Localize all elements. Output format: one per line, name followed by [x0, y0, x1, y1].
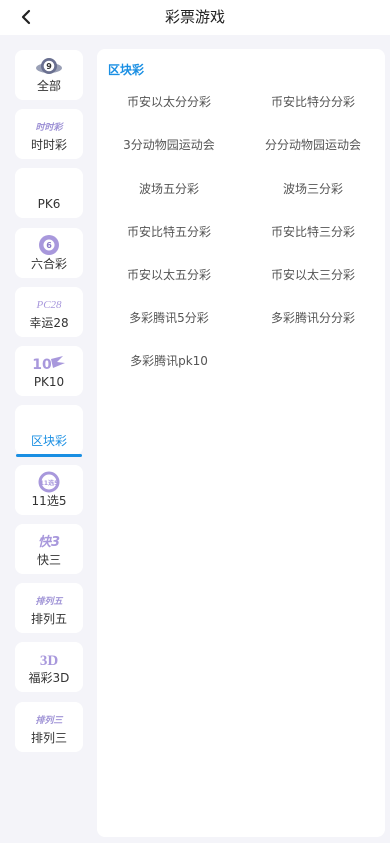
pc28-logo-icon: PC28 — [15, 294, 83, 314]
svg-text:排列三: 排列三 — [35, 715, 63, 726]
ball-9-icon: 9 — [15, 57, 83, 77]
k3-logo-icon: 快3 — [15, 531, 83, 551]
sidebar-item-label: PK6 — [37, 197, 61, 211]
3d-logo-icon: 3D — [15, 649, 83, 669]
sidebar-item-pl3[interactable]: 排列三 排列三 — [15, 702, 83, 752]
sidebar-item-label: 区块彩 — [30, 434, 67, 448]
sidebar-item-xy28[interactable]: PC28 幸运28 — [15, 287, 83, 337]
svg-text:时时彩: 时时彩 — [35, 122, 64, 133]
section-title: 区块彩 — [108, 63, 145, 77]
sidebar-item-3d[interactable]: 3D 福彩3D — [15, 642, 83, 692]
game-item[interactable]: 币安以太分分彩 — [97, 91, 241, 113]
game-list-panel: 区块彩 币安以太分分彩 币安比特分分彩 3分动物园运动会 分分动物园运动会 波场… — [97, 49, 385, 837]
ssc-logo-icon: 时时彩 — [15, 116, 83, 136]
sidebar-item-label: 时时彩 — [30, 138, 67, 152]
sidebar-item-label: 快三 — [36, 553, 61, 567]
game-item[interactable]: 3分动物园运动会 — [97, 134, 241, 156]
svg-text:快3: 快3 — [38, 534, 60, 550]
sidebar-item-all[interactable]: 9 全部 — [15, 50, 83, 100]
sidebar-item-label: PK10 — [33, 375, 65, 389]
game-item[interactable]: 多彩腾讯pk10 — [97, 350, 241, 372]
sidebar-item-label: 全部 — [36, 79, 61, 93]
sidebar-item-11x5[interactable]: 11选5 11选5 — [15, 465, 83, 515]
game-item[interactable]: 币安以太五分彩 — [97, 264, 241, 286]
active-indicator — [16, 454, 82, 457]
svg-text:9: 9 — [46, 62, 52, 71]
game-item[interactable]: 多彩腾讯分分彩 — [241, 307, 385, 329]
svg-text:排列五: 排列五 — [35, 596, 63, 607]
sidebar-item-label: 幸运28 — [29, 316, 69, 330]
header-bar: 彩票游戏 — [0, 0, 390, 35]
sidebar-item-lhc[interactable]: 6 六合彩 — [15, 228, 83, 278]
sidebar-item-pk10[interactable]: 10 PK10 — [15, 346, 83, 396]
sidebar-item-k3[interactable]: 快3 快三 — [15, 524, 83, 574]
lhc-ball-icon: 6 — [15, 235, 83, 255]
game-item[interactable]: 波场三分彩 — [241, 178, 385, 200]
game-item[interactable]: 多彩腾讯5分彩 — [97, 307, 241, 329]
sidebar-item-label: 六合彩 — [30, 257, 67, 271]
game-item[interactable]: 币安比特分分彩 — [241, 91, 385, 113]
page-title: 彩票游戏 — [164, 8, 225, 26]
sidebar-item-pk6[interactable]: PK6 — [15, 168, 83, 218]
sidebar-item-label: 排列五 — [30, 612, 67, 626]
11x5-logo-icon: 11选5 — [15, 471, 83, 493]
sidebar-item-blockchain[interactable]: 区块彩 — [15, 405, 83, 457]
svg-text:10: 10 — [32, 357, 52, 373]
game-item[interactable]: 分分动物园运动会 — [241, 134, 385, 156]
sidebar-item-label: 11选5 — [31, 494, 67, 508]
svg-text:3D: 3D — [40, 653, 59, 669]
sidebar-item-label: 福彩3D — [28, 671, 70, 685]
pl5-logo-icon: 排列五 — [15, 590, 83, 610]
game-item[interactable]: 币安比特五分彩 — [97, 221, 241, 243]
svg-text:11选5: 11选5 — [40, 479, 59, 487]
game-item[interactable]: 波场五分彩 — [97, 178, 241, 200]
sidebar-item-ssc[interactable]: 时时彩 时时彩 — [15, 109, 83, 159]
game-item[interactable]: 币安比特三分彩 — [241, 221, 385, 243]
svg-text:6: 6 — [46, 241, 52, 250]
pk10-logo-icon: 10 — [15, 353, 83, 373]
pl3-logo-icon: 排列三 — [15, 709, 83, 729]
svg-text:PC28: PC28 — [35, 299, 62, 311]
sidebar-item-pl5[interactable]: 排列五 排列五 — [15, 583, 83, 633]
sidebar-item-label: 排列三 — [30, 731, 67, 745]
game-item[interactable]: 币安以太三分彩 — [241, 264, 385, 286]
